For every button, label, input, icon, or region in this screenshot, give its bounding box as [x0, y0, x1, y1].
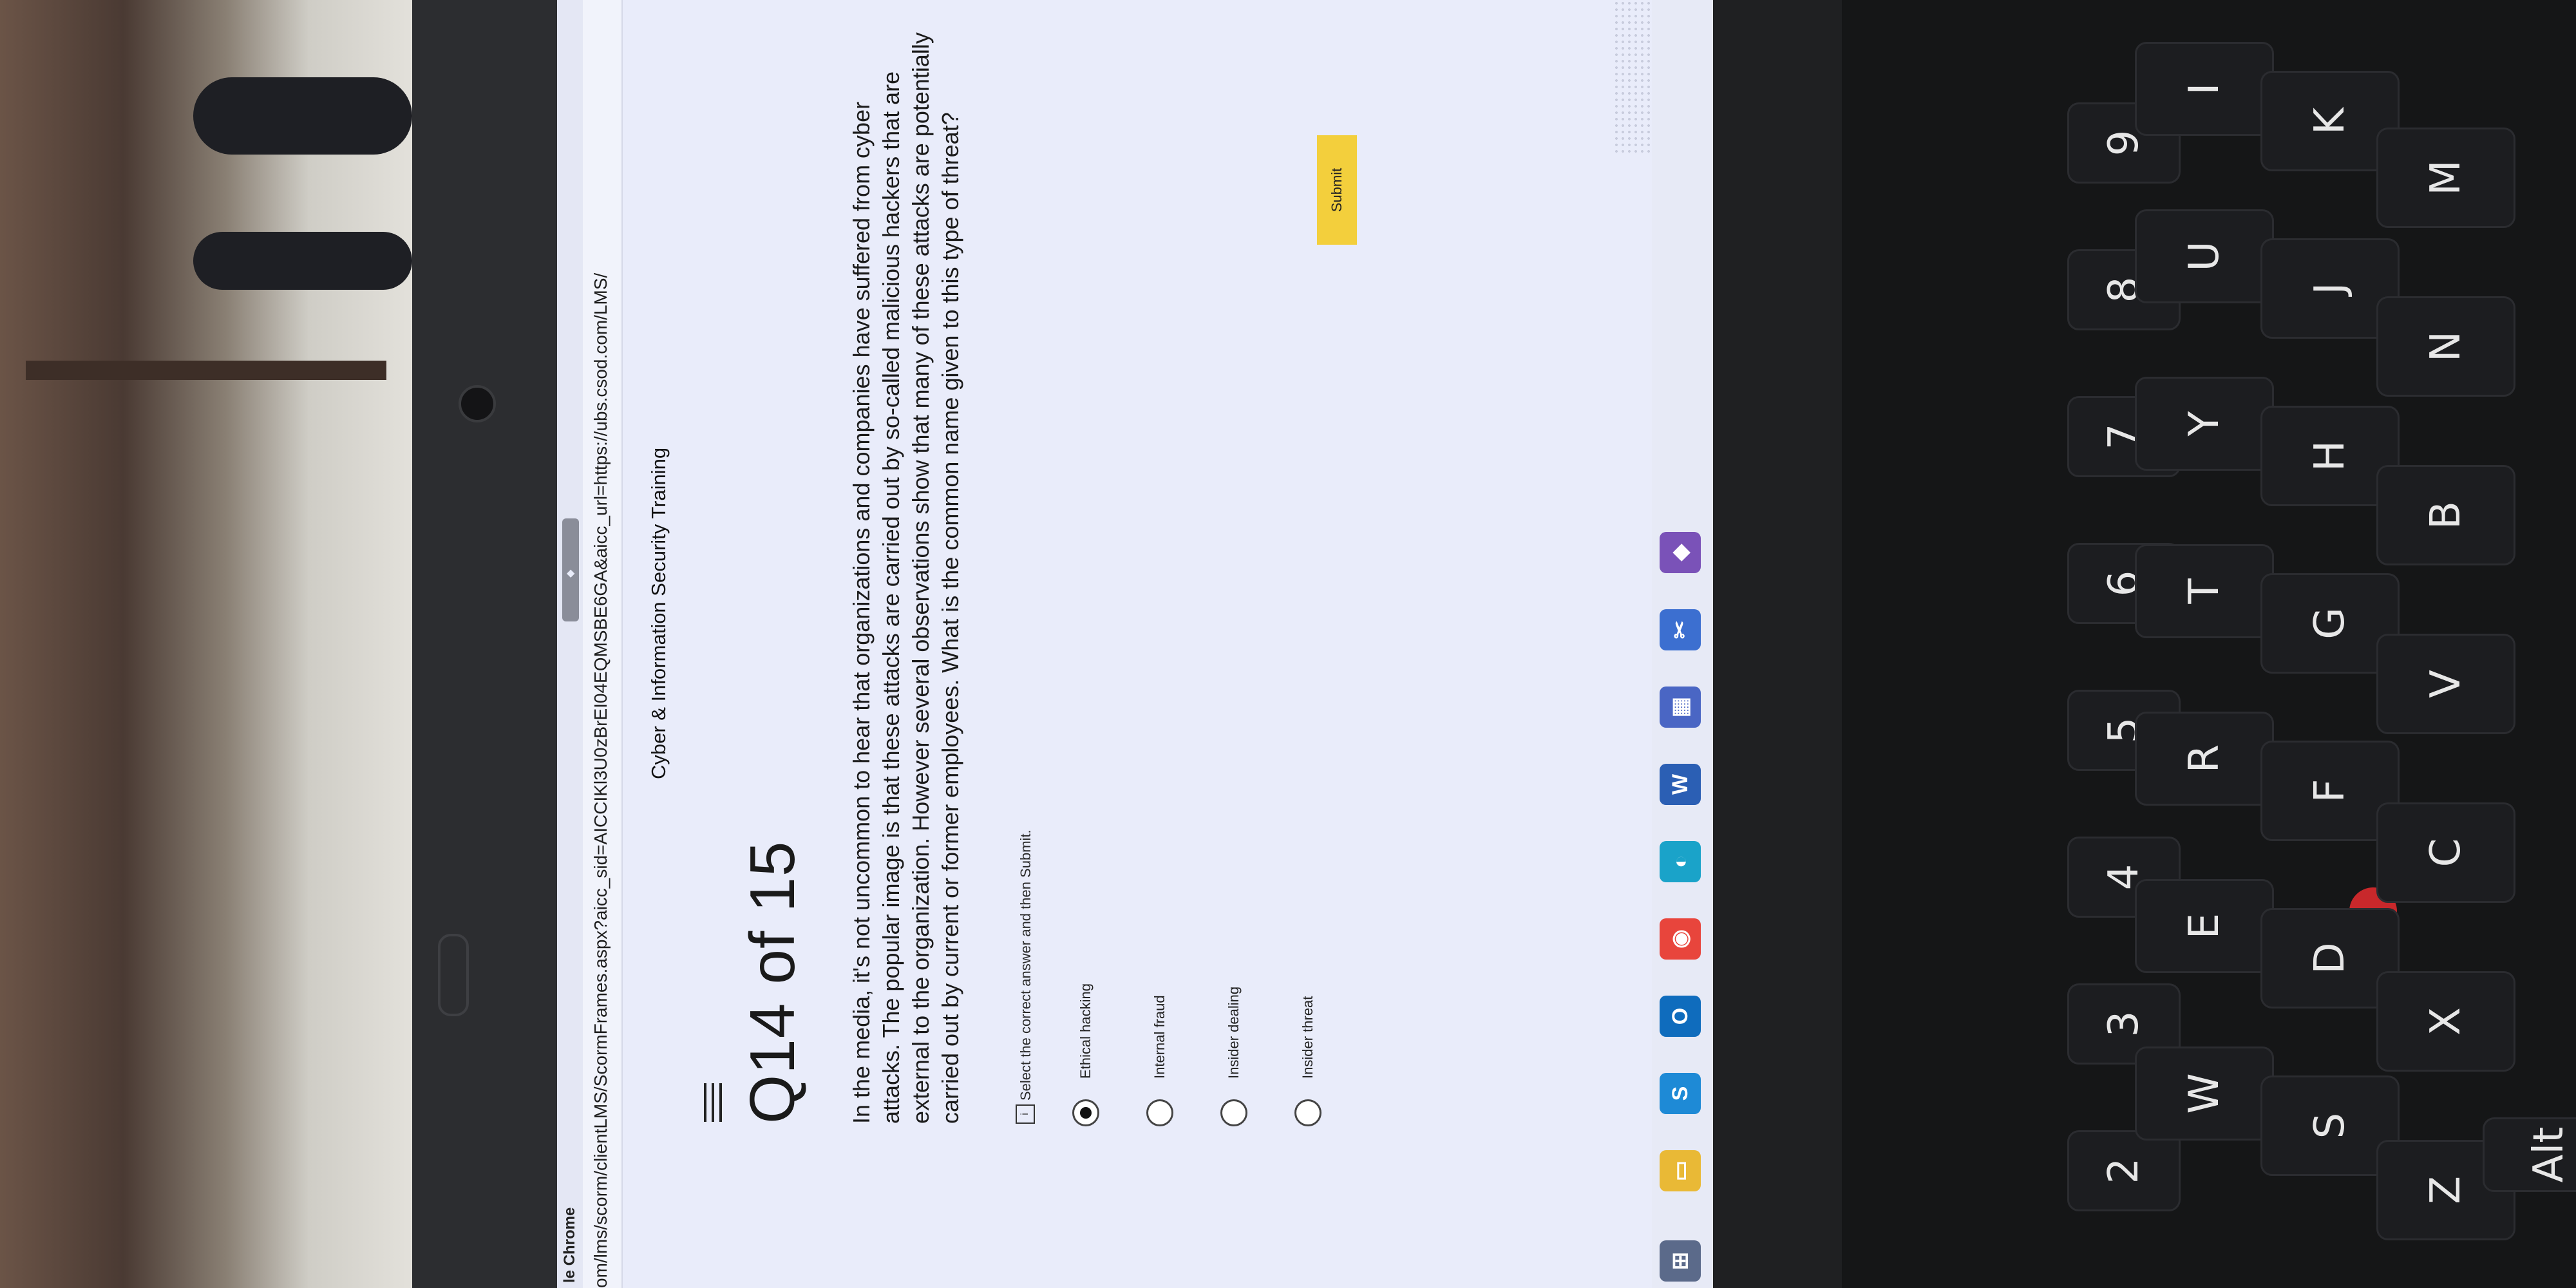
file-explorer-icon[interactable]: ▭ [1660, 1150, 1701, 1191]
key-n[interactable]: N [2376, 296, 2515, 397]
question-number: Q14 of 15 [737, 840, 808, 1124]
instruction-text: Select the correct answer and then Submi… [1018, 829, 1034, 1101]
key-u[interactable]: U [2135, 209, 2274, 303]
laptop-screen: le Chrome ⬥ om/lms/scorm/clientLMS/Scorm… [557, 0, 1713, 1288]
laptop-bezel [412, 0, 557, 1288]
background-room [0, 0, 412, 1288]
key-y[interactable]: Y [2135, 377, 2274, 471]
drag-handle[interactable]: ⬥ [562, 518, 579, 621]
option-label: Ethical hacking [1077, 983, 1094, 1079]
browser-title: le Chrome [561, 1207, 578, 1283]
key-2[interactable]: 2 [2067, 1130, 2181, 1211]
radio-button[interactable] [1072, 1099, 1099, 1126]
address-bar[interactable]: om/lms/scorm/clientLMS/ScormFrames.aspx?… [583, 0, 623, 1288]
remote-icon[interactable]: ◆ [1660, 532, 1701, 573]
key-r[interactable]: R [2135, 712, 2274, 806]
menu-icon[interactable] [699, 1083, 731, 1122]
key-w[interactable]: W [2135, 1046, 2274, 1141]
key-v[interactable]: V [2376, 634, 2515, 734]
bezel-button [438, 934, 469, 1016]
radio-button[interactable] [1294, 1099, 1321, 1126]
skype-icon[interactable]: S [1660, 1073, 1701, 1114]
key-c[interactable]: C [2376, 802, 2515, 903]
shelf [26, 361, 386, 380]
option-label: Internal fraud [1151, 995, 1168, 1079]
option-label: Insider threat [1300, 996, 1316, 1079]
url-text[interactable]: om/lms/scorm/clientLMS/ScormFrames.aspx?… [591, 273, 611, 1288]
option-label: Insider dealing [1226, 986, 1242, 1079]
widgets-icon[interactable]: ⊞ [1660, 1240, 1701, 1282]
key-x[interactable]: X [2376, 971, 2515, 1072]
key-t[interactable]: T [2135, 544, 2274, 638]
key-e[interactable]: E [2135, 879, 2274, 973]
outlook-icon[interactable]: O [1660, 996, 1701, 1037]
submit-button[interactable]: Submit [1317, 135, 1357, 245]
question-text: In the media, it's not uncommon to hear … [848, 32, 963, 1124]
course-title: Cyber & Information Security Training [647, 447, 670, 779]
edge-icon[interactable]: ◐ [1660, 841, 1701, 882]
chrome-icon[interactable]: ◉ [1660, 918, 1701, 960]
clothing [193, 232, 412, 290]
snipping-icon[interactable]: ✂ [1660, 609, 1701, 650]
key-b[interactable]: B [2376, 465, 2515, 565]
clothing [193, 77, 412, 155]
key-i[interactable]: I [2135, 42, 2274, 136]
browser-titlebar: le Chrome ⬥ [557, 0, 583, 1288]
webcam [459, 385, 496, 422]
radio-button[interactable] [1220, 1099, 1247, 1126]
word-icon[interactable]: W [1660, 764, 1701, 805]
taskbar: ⊞ ▭ S O ◉ ◐ W ▦ ✂ ◆ [1652, 0, 1713, 1288]
teams-icon[interactable]: ▦ [1660, 687, 1701, 728]
key-m[interactable]: M [2376, 128, 2515, 228]
radio-button[interactable] [1146, 1099, 1173, 1126]
key-alt[interactable]: Alt [2483, 1117, 2576, 1192]
